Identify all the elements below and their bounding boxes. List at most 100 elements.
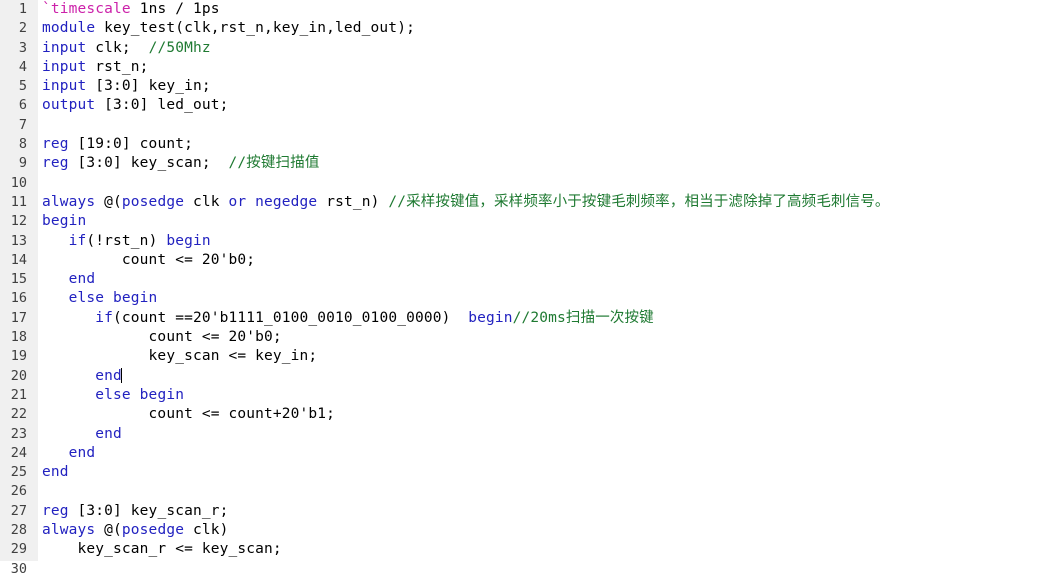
code-token-comment: //按键扫描值 — [228, 155, 320, 172]
line-number: 13 — [10, 232, 27, 249]
code-line-text: end — [42, 270, 95, 289]
code-token-plain: 1ns / 1ps — [130, 1, 220, 17]
code-line[interactable]: 16 else begin — [0, 289, 1040, 308]
line-number: 4 — [18, 58, 27, 75]
code-line-text: end — [42, 444, 95, 463]
code-line[interactable]: 17 if(count ==20'b1111_0100_0010_0100_00… — [0, 309, 1040, 328]
code-line[interactable]: 19 key_scan <= key_in; — [0, 347, 1040, 366]
code-line-text: input clk; //50Mhz — [42, 39, 211, 58]
code-token-plain: count <= count+20'b1; — [42, 406, 336, 423]
code-line[interactable]: 2 module key_test(clk,rst_n,key_in,led_ou… — [0, 19, 1040, 38]
code-token-keyword: end — [68, 444, 96, 461]
line-number: 8 — [18, 136, 27, 153]
code-token-plain: key_scan <= key_in; — [42, 348, 318, 365]
code-line[interactable]: 30 — [0, 560, 1040, 579]
code-line[interactable]: 15 end — [0, 270, 1040, 289]
code-line[interactable]: 1 `timescale 1ns / 1ps — [0, 0, 1040, 19]
line-number: 11 — [10, 193, 27, 210]
code-token-comment: //采样按键值，采样频率小于按键毛刺频率，相当于滤除掉了高频毛刺信号。 — [388, 193, 890, 210]
code-line[interactable]: 26 — [0, 482, 1040, 501]
line-number: 20 — [10, 367, 27, 384]
code-line[interactable]: 21 else begin — [0, 386, 1040, 405]
code-line[interactable]: 13 if(!rst_n) begin — [0, 232, 1040, 251]
code-line[interactable]: 3 input clk; //50Mhz — [0, 39, 1040, 58]
code-line[interactable]: 23 end — [0, 425, 1040, 444]
code-line-text: if(!rst_n) begin — [42, 232, 211, 251]
code-line-text: reg [19:0] count; — [42, 135, 193, 154]
code-token-keyword: posedge — [121, 522, 185, 539]
code-token-plain: clk) — [184, 522, 229, 539]
line-number: 1 — [18, 1, 27, 17]
line-number: 15 — [10, 271, 27, 288]
code-token-keyword: else begin — [68, 290, 158, 307]
line-number: 19 — [10, 348, 27, 365]
code-line-text: `timescale 1ns / 1ps — [42, 0, 220, 19]
code-editor[interactable]: 1 `timescale 1ns / 1ps 2 module key_test(cl… — [0, 0, 1040, 577]
line-number: 6 — [18, 97, 27, 114]
code-line-text: count <= 20'b0; — [42, 328, 282, 347]
code-token-plain: key_test(clk,rst_n,key_in,led_out); — [95, 20, 415, 37]
line-number: 14 — [10, 251, 27, 268]
code-token-keyword: input — [42, 39, 87, 56]
line-number: 9 — [18, 155, 27, 172]
code-line[interactable]: 28 always @(posedge clk) — [0, 521, 1040, 540]
line-number: 26 — [10, 483, 27, 500]
code-token-keyword: output — [42, 97, 96, 114]
code-token-keyword: reg — [42, 155, 69, 172]
line-number: 29 — [10, 541, 27, 558]
code-token-keyword: reg — [42, 502, 69, 519]
line-number: 10 — [10, 174, 27, 191]
code-line[interactable]: 4 input rst_n; — [0, 58, 1040, 77]
line-number: 18 — [10, 329, 27, 346]
code-line[interactable]: 18 count <= 20'b0; — [0, 328, 1040, 347]
code-line-text: always @(posedge clk or negedge rst_n) /… — [42, 193, 890, 212]
code-token-plain: [3:0] key_scan; — [68, 155, 229, 172]
code-token-keyword: reg — [42, 136, 69, 153]
code-line[interactable]: 27 reg [3:0] key_scan_r; — [0, 502, 1040, 521]
code-line[interactable]: 29 key_scan_r <= key_scan; — [0, 540, 1040, 559]
code-line-text: key_scan <= key_in; — [42, 347, 318, 366]
code-line[interactable]: 25 end — [0, 463, 1040, 482]
code-line[interactable]: 14 count <= 20'b0; — [0, 251, 1040, 270]
code-token-keyword: begin — [166, 232, 211, 249]
line-number: 12 — [10, 213, 27, 230]
code-line[interactable]: 8 reg [19:0] count; — [0, 135, 1040, 154]
code-token-keyword: posedge — [121, 193, 185, 210]
code-line-text: else begin — [42, 289, 158, 308]
code-line-text: input rst_n; — [42, 58, 149, 77]
code-lines-container[interactable]: 1 `timescale 1ns / 1ps 2 module key_test(cl… — [0, 0, 1040, 579]
code-line-text: count <= 20'b0; — [42, 251, 255, 270]
code-line[interactable]: 9 reg [3:0] key_scan; //按键扫描值 — [0, 154, 1040, 173]
code-token-keyword: end — [68, 271, 96, 288]
code-line[interactable]: 5 input [3:0] key_in; — [0, 77, 1040, 96]
line-number: 2 — [18, 20, 27, 37]
code-token-plain: @( — [95, 522, 122, 539]
code-line[interactable]: 20 end — [0, 367, 1040, 386]
code-token-plain: key_scan_r <= key_scan; — [42, 541, 282, 558]
text-cursor-caret — [121, 367, 123, 383]
code-token-plain: clk; — [86, 39, 149, 56]
code-token-directive: `timescale — [42, 1, 131, 17]
code-token-plain: rst_n; — [86, 58, 149, 75]
code-line[interactable]: 10 — [0, 174, 1040, 193]
code-line[interactable]: 7 — [0, 116, 1040, 135]
code-token-plain: count <= 20'b0; — [42, 251, 256, 268]
code-line[interactable]: 12 begin — [0, 212, 1040, 231]
code-line-text: reg [3:0] key_scan; //按键扫描值 — [42, 154, 320, 173]
code-line[interactable]: 22 count <= count+20'b1; — [0, 405, 1040, 424]
line-number: 17 — [10, 309, 27, 326]
code-line[interactable]: 24 end — [0, 444, 1040, 463]
code-token-plain: @( — [95, 193, 122, 210]
code-token-plain: [3:0] led_out; — [95, 97, 229, 114]
code-line[interactable]: 6 output [3:0] led_out; — [0, 96, 1040, 115]
code-line-text: always @(posedge clk) — [42, 521, 229, 540]
code-line-text: module key_test(clk,rst_n,key_in,led_out… — [42, 19, 415, 38]
code-token-keyword: begin — [42, 213, 87, 230]
code-line[interactable]: 11 always @(posedge clk or negedge rst_n)… — [0, 193, 1040, 212]
